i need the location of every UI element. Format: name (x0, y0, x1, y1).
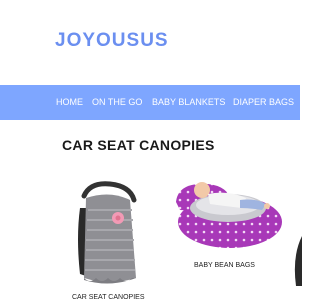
product-caption[interactable]: BABY BEAN BAGS (194, 262, 255, 269)
partial-product-image[interactable] (292, 236, 302, 286)
brand-logo[interactable]: JOYOUSUS (55, 30, 169, 52)
product-card-baby-bean-bags[interactable]: BABY BEAN BAGS (168, 172, 286, 272)
baby-bean-bag-image[interactable] (168, 172, 286, 252)
nav-item-diaper-bags[interactable]: DIAPER BAGS (233, 97, 294, 107)
product-card-car-seat-canopies[interactable]: CAR SEAT CANOPIES (70, 178, 160, 301)
car-seat-canopy-image[interactable] (70, 178, 160, 290)
nav-item-on-the-go[interactable]: ON THE GO (92, 97, 142, 107)
nav-item-baby-blankets[interactable]: BABY BLANKETS (152, 97, 225, 107)
section-title: CAR SEAT CANOPIES (62, 137, 215, 153)
main-navbar: HOME ON THE GO BABY BLANKETS DIAPER BAGS (0, 85, 300, 120)
nav-item-home[interactable]: HOME (56, 97, 83, 107)
